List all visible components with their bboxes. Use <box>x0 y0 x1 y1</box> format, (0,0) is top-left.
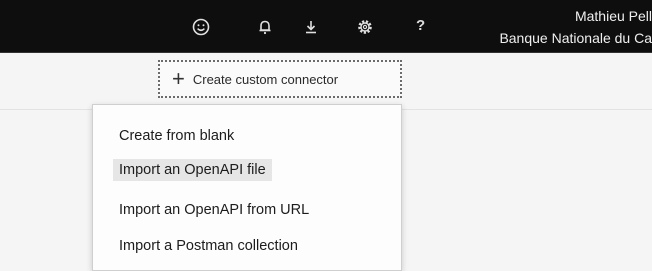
smiley-icon[interactable] <box>192 18 210 36</box>
gear-icon[interactable] <box>356 18 374 36</box>
create-custom-connector-label: Create custom connector <box>192 71 339 87</box>
plus-icon: + <box>172 66 185 91</box>
connector-dropdown-menu: Create from blank Import an OpenAPI file… <box>92 104 402 271</box>
help-icon[interactable]: ? <box>416 17 425 34</box>
menu-item-import-postman-collection[interactable]: Import a Postman collection <box>113 235 304 257</box>
download-icon[interactable] <box>302 18 320 36</box>
user-organization[interactable]: Banque Nationale du Ca <box>499 30 652 46</box>
menu-item-import-openapi-file[interactable]: Import an OpenAPI file <box>113 159 272 181</box>
menu-item-create-from-blank[interactable]: Create from blank <box>113 125 240 147</box>
create-custom-connector-button[interactable]: + Create custom connector <box>158 60 402 98</box>
top-bar: ? Mathieu Pell Banque Nationale du Ca <box>0 0 652 53</box>
user-name[interactable]: Mathieu Pell <box>575 8 652 24</box>
menu-item-import-openapi-url[interactable]: Import an OpenAPI from URL <box>113 199 315 221</box>
bell-icon[interactable] <box>256 18 274 36</box>
